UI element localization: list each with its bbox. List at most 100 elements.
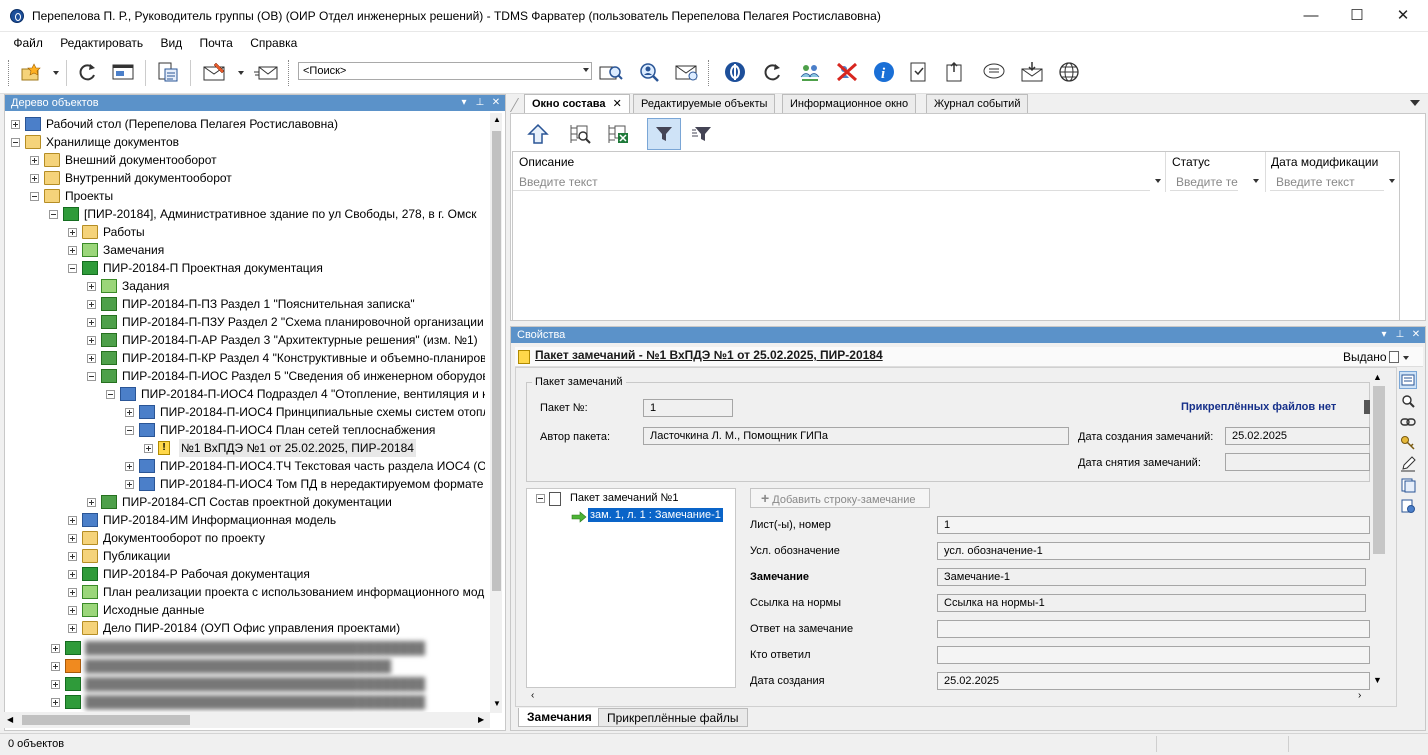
expand-icon[interactable] bbox=[144, 444, 153, 453]
expand-icon[interactable] bbox=[68, 588, 77, 597]
search-user-icon[interactable] bbox=[636, 60, 662, 84]
tree-item[interactable]: Работы bbox=[68, 223, 485, 241]
menu-mail[interactable]: Почта bbox=[193, 33, 240, 53]
expand-icon[interactable] bbox=[87, 354, 96, 363]
info-icon[interactable]: i bbox=[871, 60, 897, 84]
expand-icon[interactable] bbox=[87, 336, 96, 345]
tab-edited-objects[interactable]: Редактируемые объекты bbox=[633, 94, 776, 113]
menu-edit[interactable]: Редактировать bbox=[53, 33, 150, 53]
scroll-left-icon[interactable]: ‹ bbox=[531, 690, 534, 701]
packet-no-field[interactable]: 1 bbox=[643, 399, 733, 417]
scroll-up-icon[interactable]: ▲ bbox=[492, 115, 502, 125]
tree-item[interactable]: ПИР-20184-П-ИОС4.ТЧ Текстовая часть разд… bbox=[125, 457, 485, 475]
author-field[interactable]: Ласточкина Л. М., Помощник ГИПа bbox=[643, 427, 1069, 445]
tree-hscroll-thumb[interactable] bbox=[22, 715, 190, 725]
expand-icon[interactable] bbox=[68, 516, 77, 525]
filter-settings-icon[interactable] bbox=[685, 118, 719, 150]
properties-scroll-thumb[interactable] bbox=[1373, 386, 1385, 554]
window-view-icon[interactable] bbox=[110, 60, 136, 84]
tree-item[interactable]: Задания bbox=[87, 277, 485, 295]
chevron-down-icon[interactable] bbox=[1155, 179, 1161, 183]
remark-field-value[interactable]: Ссылка на нормы-1 bbox=[937, 594, 1366, 612]
tree-item[interactable]: Рабочий стол (Перепелова Пелагея Ростисл… bbox=[11, 115, 485, 133]
menu-view[interactable]: Вид bbox=[153, 33, 189, 53]
expand-icon[interactable] bbox=[68, 552, 77, 561]
settings-document-icon[interactable] bbox=[1399, 497, 1417, 515]
expand-icon[interactable] bbox=[68, 246, 77, 255]
column-header-description[interactable]: Описание bbox=[519, 155, 574, 169]
tree-item[interactable]: Исходные данные bbox=[68, 601, 485, 619]
delete-users-icon[interactable] bbox=[834, 60, 860, 84]
tree-item[interactable]: Внутренний документооборот bbox=[30, 169, 485, 187]
refresh-icon[interactable] bbox=[75, 60, 101, 84]
mail-edit-icon[interactable] bbox=[202, 60, 228, 84]
chevron-down-icon[interactable] bbox=[53, 71, 59, 75]
tree-item[interactable]: ПИР-20184-П-ПЗ Раздел 1 "Пояснительная з… bbox=[87, 295, 485, 313]
tab-attached-files[interactable]: Прикреплённые файлы bbox=[598, 708, 748, 727]
edit-icon[interactable] bbox=[1399, 455, 1417, 473]
attach-icon[interactable] bbox=[1364, 400, 1370, 414]
search-icon[interactable] bbox=[1399, 392, 1417, 410]
close-button[interactable]: ✕ bbox=[1380, 0, 1426, 32]
toolbar-grip[interactable] bbox=[8, 60, 11, 86]
close-tab-icon[interactable]: ✕ bbox=[613, 98, 622, 110]
toolbar-grip[interactable] bbox=[708, 60, 711, 86]
created-field[interactable]: 25.02.2025 bbox=[1225, 427, 1370, 445]
remarks-tree-root[interactable]: Пакет замечаний №1 bbox=[570, 492, 678, 504]
expand-icon[interactable] bbox=[11, 120, 20, 129]
tab-event-log[interactable]: Журнал событий bbox=[926, 94, 1029, 113]
tree-item[interactable]: [ПИР-20184], Административное здание по … bbox=[49, 205, 485, 223]
collapse-icon[interactable] bbox=[30, 192, 39, 201]
tree-item[interactable]: Документооборот по проекту bbox=[68, 529, 485, 547]
export-excel-icon[interactable] bbox=[601, 118, 635, 150]
scroll-down-icon[interactable]: ▼ bbox=[1373, 675, 1382, 685]
remarks-tree-item-selected[interactable]: зам. 1, л. 1 : Замечание-1 bbox=[588, 508, 723, 522]
status-document-icon[interactable] bbox=[1389, 351, 1399, 363]
tree-item[interactable]: ПИР-20184-СП Состав проектной документац… bbox=[87, 493, 485, 511]
chevron-down-icon[interactable] bbox=[1403, 356, 1409, 360]
message-icon[interactable] bbox=[981, 60, 1007, 84]
scroll-down-icon[interactable]: ▼ bbox=[492, 699, 502, 709]
collapse-icon[interactable] bbox=[106, 390, 115, 399]
tab-composition[interactable]: Окно состава ✕ bbox=[524, 94, 630, 114]
remark-field-value[interactable]: усл. обозначение-1 bbox=[937, 542, 1370, 560]
pin-icon[interactable]: ⊥ bbox=[473, 95, 487, 111]
remark-field-value[interactable] bbox=[937, 620, 1370, 638]
expand-icon[interactable] bbox=[125, 462, 134, 471]
expand-icon[interactable] bbox=[68, 228, 77, 237]
minimize-button[interactable]: — bbox=[1288, 0, 1334, 32]
tree-item[interactable]: ПИР-20184-П Проектная документация bbox=[68, 259, 485, 277]
search-input[interactable]: <Поиск> bbox=[298, 62, 592, 80]
form-view-icon[interactable] bbox=[1399, 371, 1417, 389]
expand-icon[interactable] bbox=[68, 570, 77, 579]
collapse-icon[interactable] bbox=[125, 426, 134, 435]
export-document-icon[interactable] bbox=[941, 60, 967, 84]
scroll-right-icon[interactable]: ▶ bbox=[478, 715, 484, 724]
scroll-up-icon[interactable]: ▲ bbox=[1373, 372, 1382, 382]
close-icon[interactable]: ✕ bbox=[1409, 327, 1423, 343]
column-header-modified-date[interactable]: Дата модификации bbox=[1271, 155, 1378, 169]
chevron-down-icon[interactable] bbox=[583, 68, 589, 72]
tree-item[interactable]: Хранилище документов bbox=[11, 133, 485, 151]
maximize-button[interactable]: ☐ bbox=[1334, 0, 1380, 32]
expand-icon[interactable] bbox=[87, 498, 96, 507]
expand-icon[interactable] bbox=[68, 624, 77, 633]
expand-icon[interactable] bbox=[30, 156, 39, 165]
collapse-icon[interactable] bbox=[68, 264, 77, 273]
expand-icon[interactable] bbox=[30, 174, 39, 183]
collapse-icon[interactable] bbox=[536, 494, 545, 503]
tree-item[interactable]: ! №1 ВхПДЭ №1 от 25.02.2025, ПИР-20184 bbox=[144, 439, 485, 457]
expand-icon[interactable] bbox=[125, 408, 134, 417]
expand-icon[interactable] bbox=[125, 480, 134, 489]
refresh-icon[interactable] bbox=[760, 60, 786, 84]
tree-item[interactable]: ПИР-20184-П-ИОС Раздел 5 "Сведения об ин… bbox=[87, 367, 485, 385]
chevron-down-icon[interactable] bbox=[1253, 179, 1259, 183]
tree-item[interactable]: ПИР-20184-П-ИОС4 План сетей теплоснабжен… bbox=[125, 421, 485, 439]
up-level-icon[interactable] bbox=[521, 118, 555, 150]
key-icon[interactable] bbox=[1399, 434, 1417, 452]
check-document-icon[interactable] bbox=[905, 60, 931, 84]
send-mail-icon[interactable] bbox=[253, 60, 279, 84]
remark-field-value[interactable]: Замечание-1 bbox=[937, 568, 1366, 586]
filter-description-input[interactable]: Введите текст bbox=[513, 173, 1150, 191]
chevron-down-icon[interactable] bbox=[238, 71, 244, 75]
